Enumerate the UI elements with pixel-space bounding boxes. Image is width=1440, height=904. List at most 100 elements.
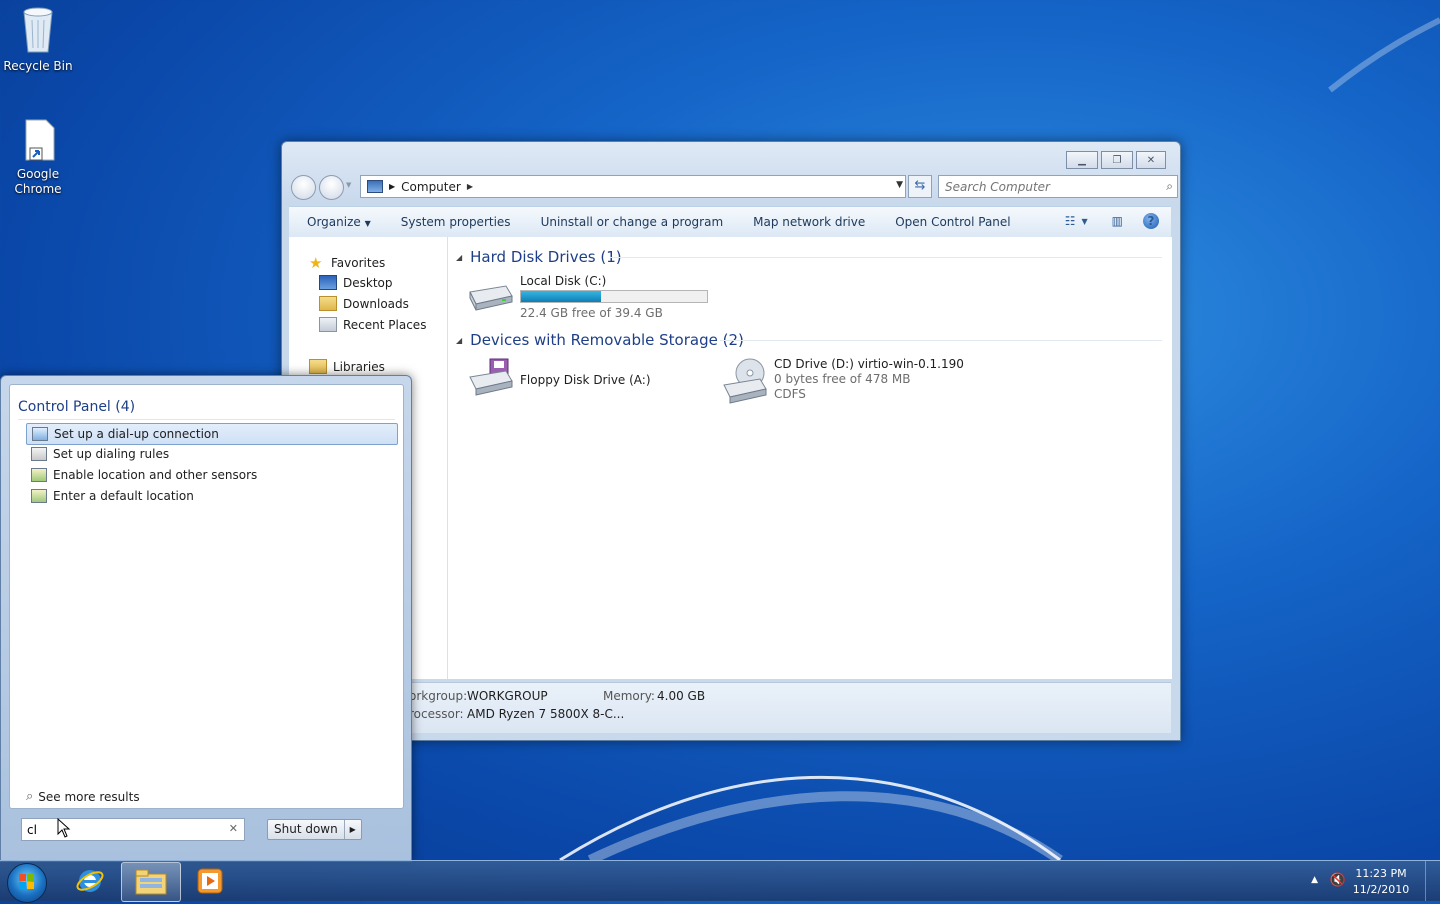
search-input[interactable] xyxy=(939,176,1147,197)
maximize-button[interactable]: ❐ xyxy=(1101,151,1133,169)
close-button[interactable]: ✕ xyxy=(1136,151,1166,169)
breadcrumb-arrow-icon[interactable]: ▶ xyxy=(467,182,473,191)
cd-drive-icon xyxy=(723,358,767,404)
result-location-sensors[interactable]: Enable location and other sensors xyxy=(26,465,396,485)
mouse-cursor-icon xyxy=(57,818,71,838)
internet-explorer-icon xyxy=(76,870,104,892)
location-sensors-icon xyxy=(31,468,47,482)
memory-key: Memory: xyxy=(603,689,655,703)
chrome-shortcut-icon xyxy=(0,118,76,165)
shutdown-button-group: Shut down ▶ xyxy=(267,819,362,840)
minimize-icon: ▁ xyxy=(1078,154,1086,166)
clear-search-icon[interactable]: ✕ xyxy=(229,822,238,835)
desktop-icon-recycle-bin[interactable]: Recycle Bin xyxy=(0,6,76,74)
recycle-bin-icon xyxy=(0,6,76,57)
result-default-location[interactable]: Enter a default location xyxy=(26,486,396,506)
back-button[interactable] xyxy=(291,175,316,200)
libraries-icon xyxy=(309,359,327,374)
nav-downloads[interactable]: Downloads xyxy=(319,296,409,311)
drive-cd-d[interactable]: CD Drive (D:) virtio-win-0.1.190 0 bytes… xyxy=(720,357,964,405)
location-sensors-icon xyxy=(31,489,47,503)
collapse-triangle-icon[interactable]: ◢ xyxy=(456,253,462,262)
map-network-drive-button[interactable]: Map network drive xyxy=(738,215,880,229)
organize-button[interactable]: Organize ▼ xyxy=(289,215,386,229)
help-icon[interactable]: ? xyxy=(1143,213,1159,229)
show-desktop-button[interactable] xyxy=(1425,861,1440,901)
system-clock[interactable]: 11:23 PM 11/2/2010 xyxy=(1346,866,1416,898)
network-setup-icon xyxy=(32,427,48,441)
start-menu: Control Panel (4) Set up a dial-up conne… xyxy=(0,375,412,862)
processor-value: AMD Ryzen 7 5800X 8-C... xyxy=(467,707,625,721)
search-icon[interactable]: ⌕ xyxy=(1166,179,1173,194)
start-button[interactable] xyxy=(7,863,47,903)
result-dialing-rules[interactable]: Set up dialing rules xyxy=(26,444,396,464)
see-more-results-link[interactable]: ⌕ See more results xyxy=(26,789,140,804)
clock-date: 11/2/2010 xyxy=(1352,883,1410,896)
nav-recent-label: Recent Places xyxy=(343,317,427,332)
processor-key: rocessor: xyxy=(409,707,464,721)
taskbar-media-player[interactable] xyxy=(181,862,239,900)
collapse-triangle-icon[interactable]: ◢ xyxy=(456,336,462,345)
memory-value: 4.00 GB xyxy=(657,689,706,703)
details-pane: orkgroup: WORKGROUP Memory: 4.00 GB roce… xyxy=(289,682,1171,733)
nav-favorites-label: Favorites xyxy=(331,256,386,270)
see-more-label: See more results xyxy=(38,789,140,804)
nav-favorites[interactable]: ★ Favorites xyxy=(309,254,385,272)
nav-desktop-label: Desktop xyxy=(343,275,393,290)
drive-name: Floppy Disk Drive (A:) xyxy=(520,373,651,387)
group-title: Hard Disk Drives (1) xyxy=(470,248,622,266)
results-category-header[interactable]: Control Panel (4) xyxy=(18,399,135,415)
address-bar[interactable]: ▶ Computer ▶ ▼ xyxy=(360,175,906,198)
desktop-icon-google-chrome[interactable]: Google Chrome xyxy=(0,118,76,197)
change-view-icon[interactable]: ☷ xyxy=(1065,214,1076,228)
search-box[interactable]: ⌕ xyxy=(938,175,1178,198)
nav-desktop[interactable]: Desktop xyxy=(319,275,393,290)
show-hidden-icons-arrow-icon[interactable]: ▲ xyxy=(1311,875,1318,885)
address-history-dropdown-icon[interactable]: ▼ xyxy=(896,180,903,190)
nav-libraries[interactable]: Libraries xyxy=(309,359,385,374)
minimize-button[interactable]: ▁ xyxy=(1066,151,1098,169)
close-icon: ✕ xyxy=(1146,154,1156,166)
workgroup-key: orkgroup: xyxy=(409,689,468,703)
system-properties-button[interactable]: System properties xyxy=(386,215,526,229)
recent-pages-dropdown-icon[interactable]: ▼ xyxy=(346,181,351,189)
address-row: ▼ ▶ Computer ▶ ▼ ⇆ ⌕ xyxy=(290,175,1178,200)
start-search-input[interactable] xyxy=(22,819,219,840)
drive-free-space: 22.4 GB free of 39.4 GB xyxy=(520,306,663,320)
window-caption-buttons: ▁ ❐ ✕ xyxy=(1066,151,1166,169)
refresh-button[interactable]: ⇆ xyxy=(908,175,932,198)
explorer-window: ▁ ❐ ✕ ▼ ▶ Computer ▶ ▼ ⇆ ⌕ Organize ▼ Sy… xyxy=(281,141,1181,741)
group-header-removable-storage[interactable]: ◢ Devices with Removable Storage (2) xyxy=(456,331,744,349)
shutdown-options-arrow-icon[interactable]: ▶ xyxy=(345,825,361,834)
windows-logo-icon xyxy=(19,874,34,889)
computer-icon xyxy=(367,180,383,193)
shutdown-button[interactable]: Shut down xyxy=(268,820,345,839)
nav-recent-places[interactable]: Recent Places xyxy=(319,317,426,332)
organize-label: Organize xyxy=(307,215,361,229)
drive-name: CD Drive (D:) virtio-win-0.1.190 xyxy=(774,357,964,371)
uninstall-program-button[interactable]: Uninstall or change a program xyxy=(526,215,739,229)
disk-usage-fill xyxy=(521,291,601,302)
taskbar-internet-explorer[interactable] xyxy=(61,862,119,900)
preview-pane-icon[interactable]: ▥ xyxy=(1112,214,1123,228)
taskbar-windows-explorer[interactable] xyxy=(121,862,181,902)
view-options-dropdown-icon[interactable]: ▼ xyxy=(1082,217,1088,226)
drive-filesystem: CDFS xyxy=(774,387,806,401)
group-header-hard-disk-drives[interactable]: ◢ Hard Disk Drives (1) xyxy=(456,248,622,266)
view-controls: ☷ ▼ ▥ ? xyxy=(1051,213,1159,229)
result-dial-up-connection[interactable]: Set up a dial-up connection xyxy=(26,423,398,445)
open-control-panel-button[interactable]: Open Control Panel xyxy=(880,215,1025,229)
drive-free-space: 0 bytes free of 478 MB xyxy=(774,372,911,386)
breadcrumb-computer[interactable]: Computer xyxy=(401,180,461,194)
recent-places-icon xyxy=(319,317,337,332)
nav-libraries-label: Libraries xyxy=(333,359,385,374)
forward-button[interactable] xyxy=(319,175,344,200)
start-search-box[interactable]: ✕ xyxy=(21,818,245,841)
drive-floppy-a[interactable]: Floppy Disk Drive (A:) xyxy=(466,357,651,397)
search-icon: ⌕ xyxy=(26,789,34,804)
breadcrumb-arrow-icon[interactable]: ▶ xyxy=(389,182,395,191)
speaker-muted-icon[interactable]: 🔇 xyxy=(1330,873,1346,888)
drive-local-disk-c[interactable]: Local Disk (C:) 22.4 GB free of 39.4 GB xyxy=(466,274,708,320)
star-icon: ★ xyxy=(309,254,323,272)
floppy-drive-icon xyxy=(469,358,513,396)
